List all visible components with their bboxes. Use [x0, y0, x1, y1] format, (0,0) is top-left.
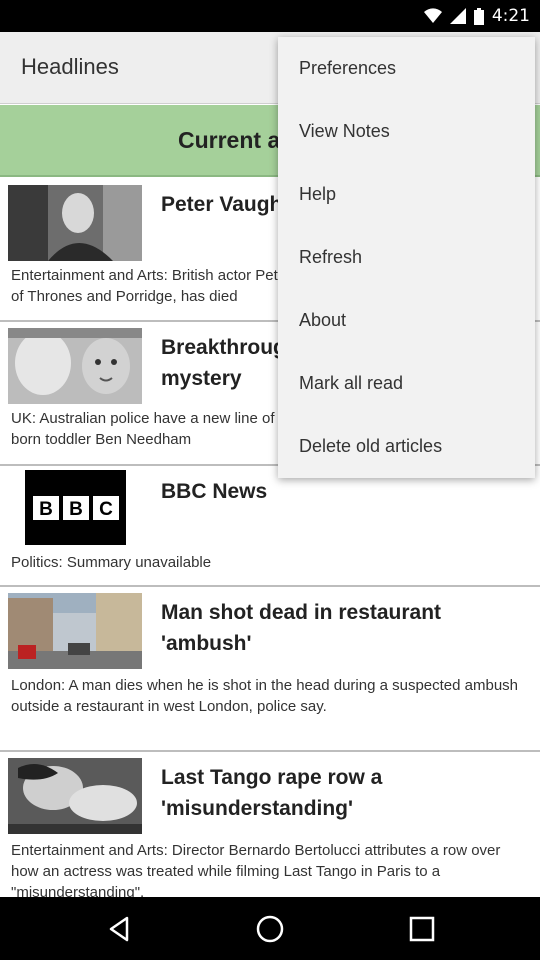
menu-item-refresh[interactable]: Refresh: [278, 226, 535, 289]
back-icon[interactable]: [103, 913, 135, 945]
article-thumbnail: [8, 185, 142, 261]
menu-item-help[interactable]: Help: [278, 163, 535, 226]
article-item[interactable]: Last Tango rape row a 'misunderstanding'…: [0, 752, 540, 897]
article-thumbnail: [8, 758, 142, 834]
svg-text:B: B: [39, 499, 53, 520]
recents-icon[interactable]: [406, 913, 438, 945]
article-thumbnail: [8, 328, 142, 404]
wifi-icon: [423, 8, 442, 23]
article-summary: London: A man dies when he is shot in th…: [11, 677, 519, 715]
home-icon[interactable]: [254, 913, 286, 945]
article-item[interactable]: Man shot dead in restaurant 'ambush' Lon…: [0, 587, 540, 752]
menu-item-delete-old-articles[interactable]: Delete old articles: [278, 415, 535, 478]
article-headline: Last Tango rape row a 'misunderstanding': [161, 766, 383, 820]
svg-text:B: B: [69, 499, 83, 520]
article-summary: Politics: Summary unavailable: [11, 554, 212, 571]
bbc-logo-icon: B B C: [25, 470, 126, 545]
article-headline: Man shot dead in restaurant 'ambush': [161, 601, 442, 655]
article-headline: BBC News: [161, 480, 268, 503]
article-thumbnail: [8, 593, 142, 669]
signal-icon: [449, 8, 466, 24]
bbc-logo: B B C: [25, 470, 126, 545]
status-bar: 4:21: [0, 0, 540, 32]
menu-item-about[interactable]: About: [278, 289, 535, 352]
status-time: 4:21: [491, 6, 530, 26]
article-item[interactable]: B B C BBC News Politics: Summary unavail…: [0, 466, 540, 587]
svg-text:C: C: [99, 499, 113, 520]
article-summary: Entertainment and Arts: Director Bernard…: [11, 842, 501, 897]
menu-item-preferences[interactable]: Preferences: [278, 37, 535, 100]
battery-icon: [473, 7, 484, 25]
page-title: Headlines: [21, 54, 119, 79]
menu-item-mark-all-read[interactable]: Mark all read: [278, 352, 535, 415]
navigation-bar: [0, 897, 540, 960]
menu-item-view-notes[interactable]: View Notes: [278, 100, 535, 163]
overflow-menu: Preferences View Notes Help Refresh Abou…: [278, 37, 535, 478]
